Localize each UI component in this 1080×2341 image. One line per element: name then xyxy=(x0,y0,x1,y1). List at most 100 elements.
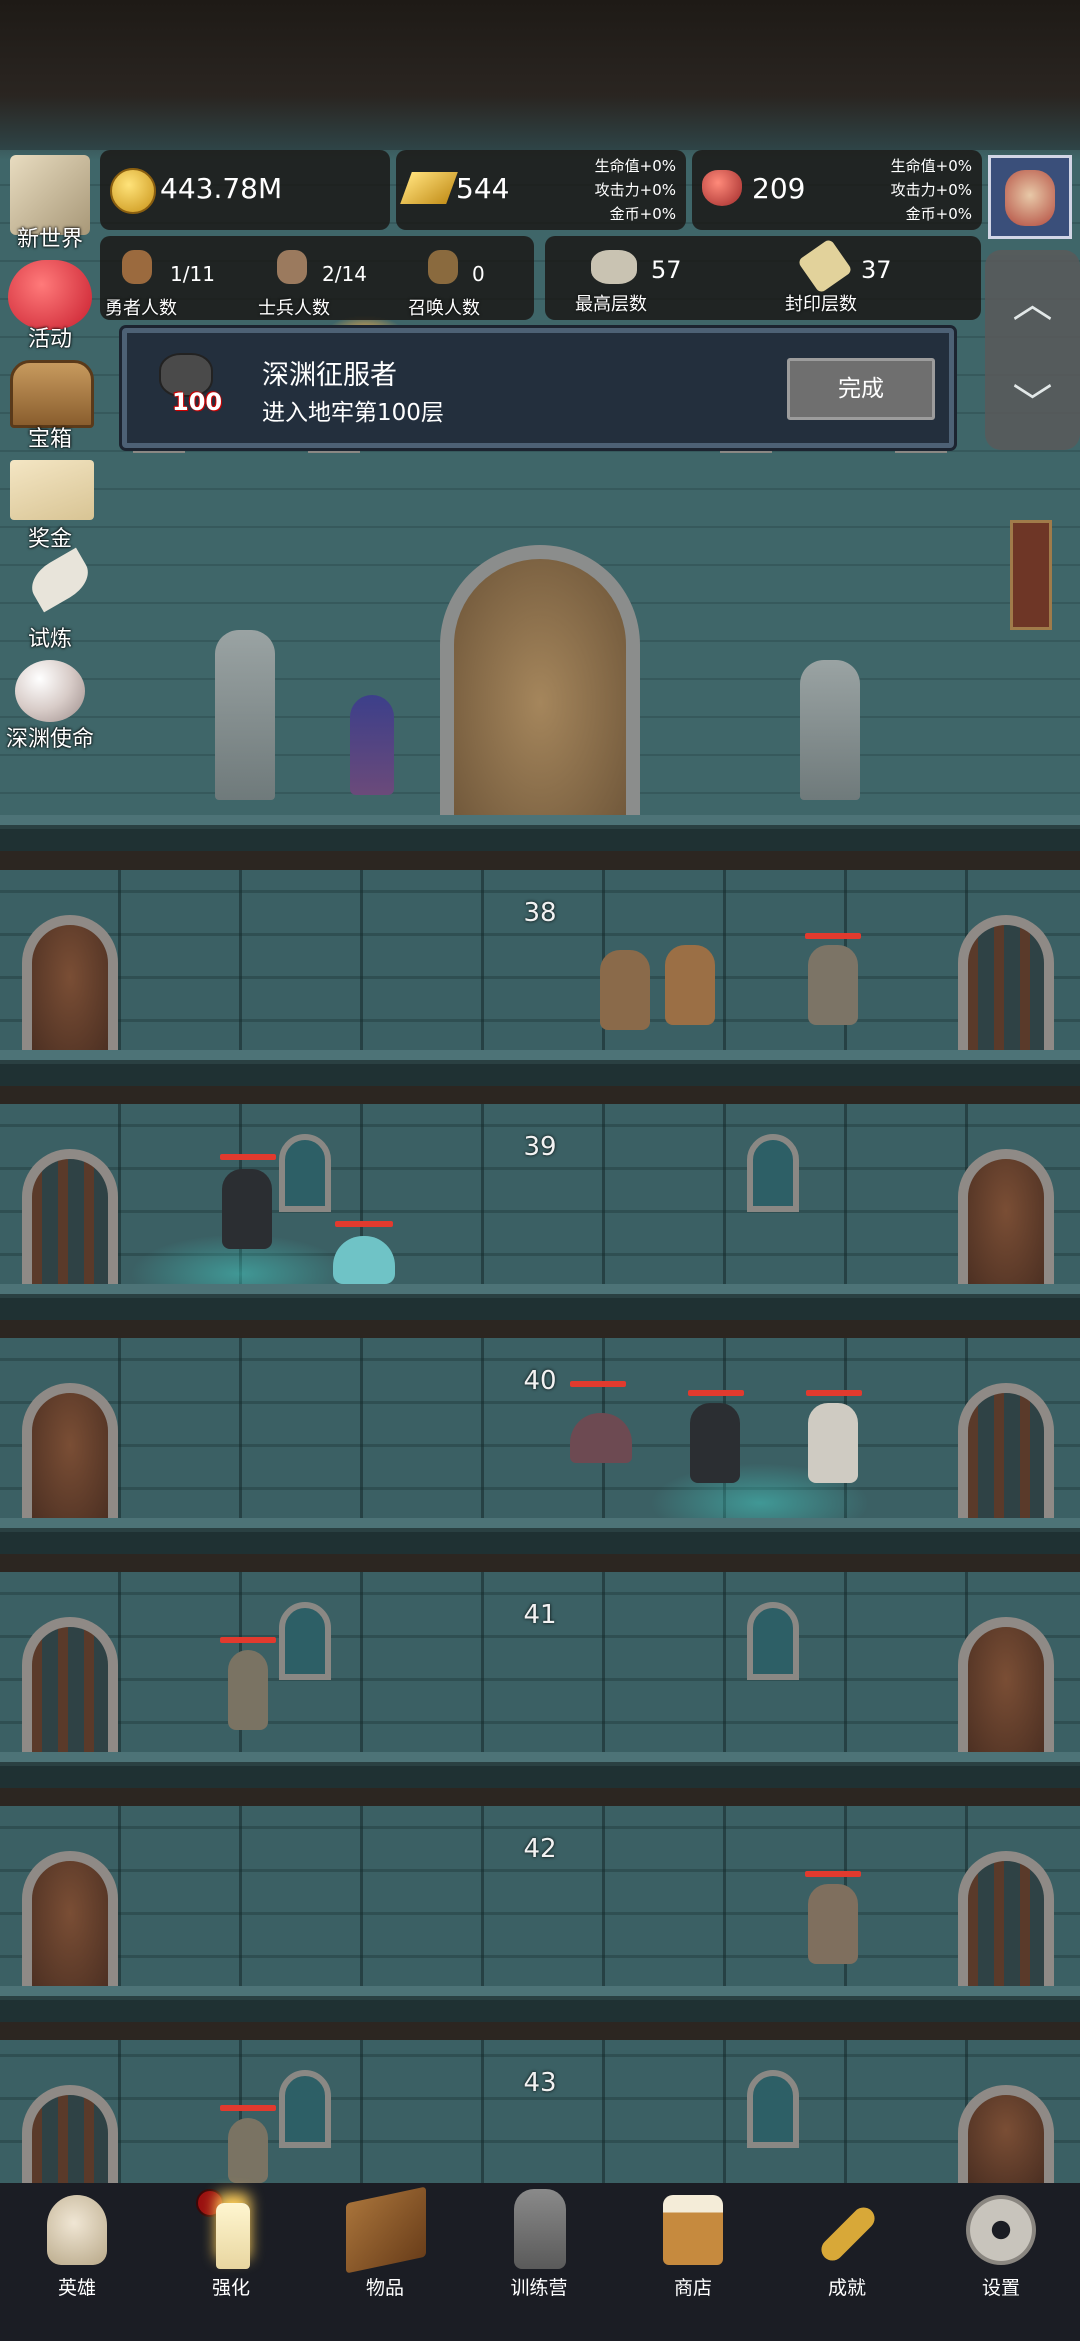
nav-label: 训练营 xyxy=(510,2277,568,2299)
floor-window xyxy=(747,1602,799,1680)
soldier-count: 2/14 xyxy=(322,262,367,286)
bottom-nav: 英雄 强化 物品 训练营 商店 成就 设置 xyxy=(0,2183,1080,2341)
envelope-icon xyxy=(10,460,94,520)
hero-count: 1/11 xyxy=(170,262,215,286)
side-item-label: 新世界 xyxy=(16,227,83,252)
player-avatar[interactable] xyxy=(988,155,1072,239)
top-vignette xyxy=(0,0,1080,160)
chest-icon xyxy=(10,360,94,428)
nav-achievements[interactable]: 成就 xyxy=(770,2183,924,2341)
quest-complete-button[interactable]: 完成 xyxy=(787,358,935,420)
sealed-floor-label: 封印层数 xyxy=(785,294,857,315)
floor-number: 43 xyxy=(523,2068,557,2098)
bonus-line: 金币+0% xyxy=(609,205,676,223)
gem-panel[interactable]: 209 生命值+0% 攻击力+0% 金币+0% xyxy=(692,150,982,230)
scroll-icon xyxy=(797,238,853,294)
bonus-line: 攻击力+0% xyxy=(594,181,676,199)
enemy-hp-bar xyxy=(805,1871,861,1877)
nav-heroes[interactable]: 英雄 xyxy=(0,2183,154,2341)
enemy-hp-bar xyxy=(688,1390,744,1396)
side-item-event[interactable]: 活动 xyxy=(0,255,110,352)
witch-hero xyxy=(350,695,394,795)
floor-gap xyxy=(0,1320,1080,1340)
floor-ledge xyxy=(0,815,1080,851)
enemy-hp-bar xyxy=(220,1154,276,1160)
soldier-count-label: 士兵人数 xyxy=(258,298,330,319)
floor-window xyxy=(279,1602,331,1680)
gold-bar-panel[interactable]: 544 生命值+0% 攻击力+0% 金币+0% xyxy=(396,150,686,230)
gold-bar-icon xyxy=(400,172,458,204)
nav-settings[interactable]: 设置 xyxy=(924,2183,1078,2341)
banner xyxy=(1010,520,1052,630)
floor-gap xyxy=(0,1554,1080,1574)
max-floor-label: 最高层数 xyxy=(575,294,647,315)
side-item-label: 试炼 xyxy=(27,627,72,652)
left-gate xyxy=(22,1617,118,1757)
ghost-enemy[interactable] xyxy=(808,1403,858,1483)
orb-icon xyxy=(15,660,85,722)
floor-window xyxy=(747,1134,799,1212)
population-panel: 1/11 勇者人数 2/14 士兵人数 0 召唤人数 xyxy=(100,236,534,320)
chevron-down-icon: ﹀ xyxy=(1012,381,1053,427)
bat-enemy[interactable] xyxy=(570,1413,632,1463)
soldier-hero xyxy=(665,945,715,1025)
floor-window xyxy=(279,2070,331,2148)
right-gate xyxy=(958,915,1054,1055)
lantern-icon xyxy=(514,2189,566,2269)
bonus-line: 生命值+0% xyxy=(594,157,676,175)
zombie-enemy[interactable] xyxy=(228,2118,268,2183)
hero-count-label: 勇者人数 xyxy=(105,298,177,319)
gold-coin-icon xyxy=(110,168,156,214)
nav-label: 商店 xyxy=(673,2277,712,2299)
right-door xyxy=(958,2085,1054,2183)
side-item-abyss-mission[interactable]: 深渊使命 xyxy=(0,655,110,752)
nav-enhance[interactable]: 强化 xyxy=(154,2183,308,2341)
quest-title: 深渊征服者 xyxy=(262,360,397,391)
enemy-hp-bar xyxy=(806,1390,862,1396)
side-menu: 新世界 活动 宝箱 奖金 试炼 深渊使命 xyxy=(0,155,110,755)
scroll-down-button[interactable]: ﹀ xyxy=(985,350,1080,450)
right-door xyxy=(958,1617,1054,1757)
dungeon-floor-43: 43 xyxy=(0,2040,1080,2183)
quest-badge: 100 xyxy=(172,388,223,416)
floor-window xyxy=(747,2070,799,2148)
side-item-new-world[interactable]: 新世界 xyxy=(0,155,110,252)
chevron-up-icon: ︿ xyxy=(1012,281,1053,327)
floor-gap xyxy=(0,2022,1080,2042)
knight-statue xyxy=(215,630,275,800)
gem-amount: 209 xyxy=(752,172,806,205)
nav-label: 强化 xyxy=(211,2277,250,2299)
zombie-enemy[interactable] xyxy=(228,1650,268,1730)
gold-bar-bonus: 生命值+0% 攻击力+0% 金币+0% xyxy=(595,154,676,226)
skull-icon xyxy=(47,2195,107,2265)
quest-banner[interactable]: 100 深渊征服者 进入地牢第100层 完成 xyxy=(122,328,954,448)
side-item-bonus[interactable]: 奖金 xyxy=(0,455,110,552)
right-gate xyxy=(958,1851,1054,1991)
nav-label: 设置 xyxy=(981,2277,1020,2299)
soldier-hero xyxy=(600,950,650,1030)
nav-label: 物品 xyxy=(365,2277,404,2299)
side-item-label: 宝箱 xyxy=(27,427,72,452)
wraith-enemy[interactable] xyxy=(222,1169,272,1249)
nav-training-camp[interactable]: 训练营 xyxy=(462,2183,616,2341)
gold-amount: 443.78M xyxy=(160,172,283,205)
side-item-label: 奖金 xyxy=(27,527,72,552)
enemy-hp-bar xyxy=(805,933,861,939)
nav-shop[interactable]: 商店 xyxy=(616,2183,770,2341)
gold-panel[interactable]: 443.78M xyxy=(100,150,390,230)
summon-count-label: 召唤人数 xyxy=(408,298,480,319)
enemy-hp-bar xyxy=(220,2105,276,2111)
candle-icon xyxy=(216,2203,250,2269)
nav-items[interactable]: 物品 xyxy=(308,2183,462,2341)
slime-enemy[interactable] xyxy=(333,1236,395,1284)
floor-gap xyxy=(0,851,1080,871)
wraith-enemy[interactable] xyxy=(690,1403,740,1483)
side-item-trial[interactable]: 试炼 xyxy=(0,547,110,652)
zombie-enemy[interactable] xyxy=(808,945,858,1025)
side-item-chest[interactable]: 宝箱 xyxy=(0,355,110,452)
zombie-enemy[interactable] xyxy=(808,1884,858,1964)
scroll-up-button[interactable]: ︿ xyxy=(985,250,1080,350)
feather-icon xyxy=(24,547,96,613)
book-icon xyxy=(346,2186,426,2274)
hero-icon xyxy=(122,250,152,284)
